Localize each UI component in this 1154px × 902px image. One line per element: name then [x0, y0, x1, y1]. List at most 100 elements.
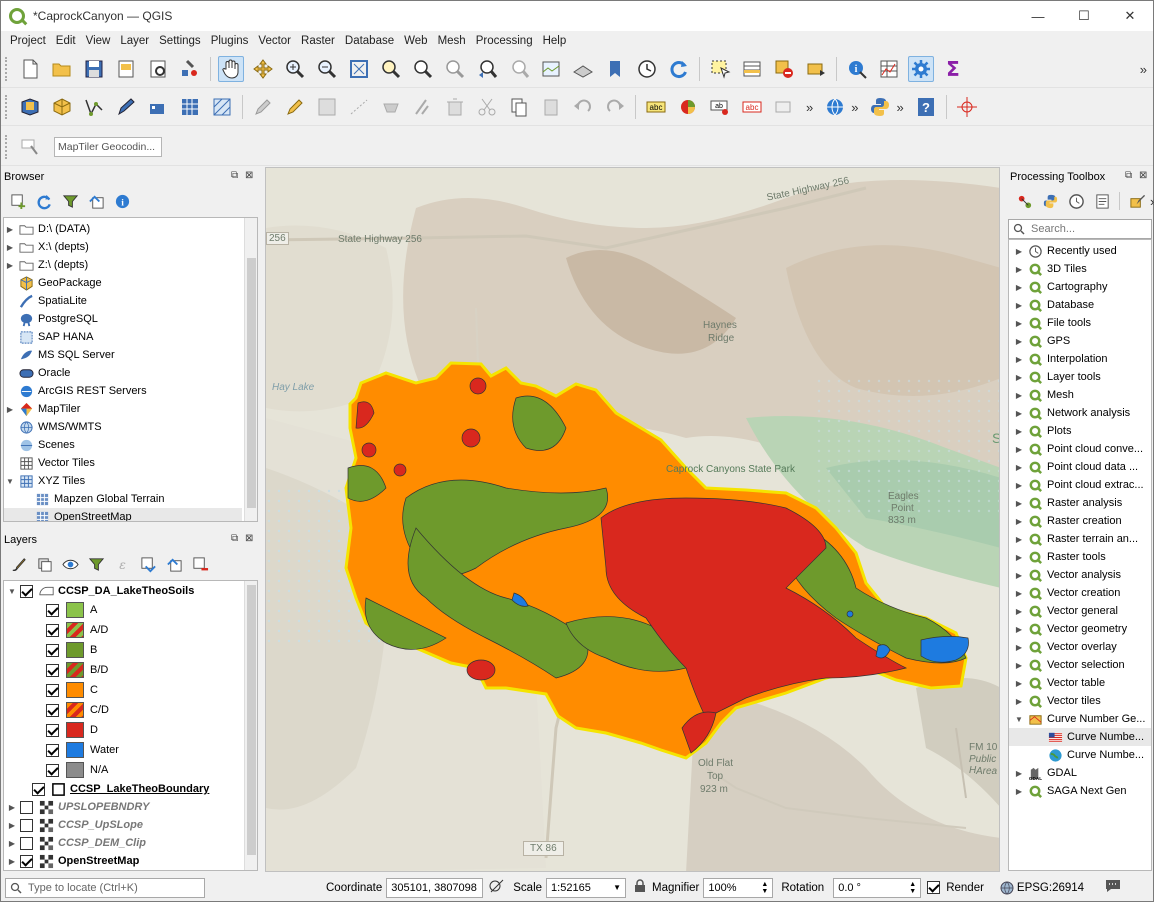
maptiler-geocoding-input[interactable]: MapTiler Geocodin... — [54, 136, 162, 157]
render-checkbox[interactable] — [927, 881, 941, 894]
chevron-right-icon[interactable]: ▶ — [1013, 643, 1025, 652]
deselect-features-button[interactable] — [771, 56, 797, 82]
menu-layer[interactable]: Layer — [115, 35, 154, 47]
refresh-button[interactable] — [666, 56, 692, 82]
browser-item[interactable]: ▶ D:\ (DATA) — [4, 220, 242, 238]
layout-manager-button[interactable] — [145, 56, 171, 82]
browser-collapse-button[interactable] — [86, 191, 106, 211]
processing-toolbox-button[interactable] — [908, 56, 934, 82]
menu-raster[interactable]: Raster — [296, 35, 340, 47]
help-button[interactable]: ? — [913, 94, 939, 120]
undo-button[interactable] — [570, 94, 596, 120]
layer-styling-button[interactable] — [8, 554, 28, 574]
chevron-right-icon[interactable]: ▶ — [1013, 589, 1025, 598]
close-button[interactable]: ✕ — [1107, 1, 1153, 31]
browser-refresh-button[interactable] — [34, 191, 54, 211]
crosshair-button[interactable] — [954, 94, 980, 120]
toolbox-item[interactable]: ▶ Vector tiles — [1009, 692, 1151, 710]
extents-toggle-icon[interactable] — [489, 878, 505, 897]
add-raster-layer-button[interactable] — [177, 94, 203, 120]
toolbox-item[interactable]: ▶ Raster terrain an... — [1009, 530, 1151, 548]
python-console-button[interactable] — [867, 94, 893, 120]
style-manager-button[interactable] — [177, 56, 203, 82]
toolbox-item[interactable]: ▶ SAGA Next Gen — [1009, 782, 1151, 800]
chevron-right-icon[interactable]: ▶ — [4, 261, 16, 270]
chevron-right-icon[interactable]: ▶ — [1013, 445, 1025, 454]
layer-visibility-checkbox[interactable] — [32, 782, 45, 796]
zoom-in-button[interactable] — [282, 56, 308, 82]
toolbox-item[interactable]: ▶ Recently used — [1009, 242, 1151, 260]
chevron-right-icon[interactable]: ▶ — [1013, 247, 1025, 256]
legend-class-item[interactable]: D — [4, 720, 257, 740]
toolbox-overflow-button[interactable]: » — [1150, 194, 1154, 209]
layer-visibility-checkbox[interactable] — [46, 743, 59, 757]
identify-features-button[interactable]: i — [844, 56, 870, 82]
toolbox-item[interactable]: ▶ Point cloud extrac... — [1009, 476, 1151, 494]
browser-item[interactable]: ArcGIS REST Servers — [4, 382, 242, 400]
toolbox-float-button[interactable]: ⧉ — [1125, 170, 1132, 181]
manage-visibility-button[interactable] — [60, 554, 80, 574]
chevron-right-icon[interactable]: ▶ — [1013, 679, 1025, 688]
chevron-right-icon[interactable]: ▶ — [6, 821, 18, 830]
scale-combobox[interactable]: 1:52165 ▼ — [546, 877, 627, 898]
locator-input[interactable]: Type to locate (Ctrl+K) — [5, 877, 205, 898]
new-map-view-button[interactable] — [538, 56, 564, 82]
crs-button[interactable]: EPSG:26914 — [1000, 881, 1084, 895]
select-by-value-button[interactable] — [739, 56, 765, 82]
chevron-right-icon[interactable]: ▶ — [1013, 337, 1025, 346]
browser-add-button[interactable] — [8, 191, 28, 211]
chevron-right-icon[interactable]: ▶ — [4, 225, 16, 234]
labeling-button[interactable]: abc — [643, 94, 669, 120]
globe-tool-button[interactable] — [822, 94, 848, 120]
cut-features-button[interactable] — [474, 94, 500, 120]
layer-visibility-checkbox[interactable] — [20, 854, 33, 868]
layer-visibility-checkbox[interactable] — [46, 603, 59, 617]
chevron-right-icon[interactable]: ▶ — [6, 839, 18, 848]
menu-mesh[interactable]: Mesh — [433, 35, 471, 47]
data-source-manager-button[interactable] — [17, 94, 43, 120]
digitize-pen-button[interactable] — [113, 94, 139, 120]
menu-plugins[interactable]: Plugins — [206, 35, 254, 47]
chevron-right-icon[interactable]: ▶ — [6, 803, 18, 812]
browser-item[interactable]: MS SQL Server — [4, 346, 242, 364]
legend-class-item[interactable]: A/D — [4, 620, 257, 640]
layer-item[interactable]: CCSP_LakeTheoBoundary — [4, 780, 257, 798]
toolbox-item[interactable]: ▶ Vector table — [1009, 674, 1151, 692]
chevron-down-icon[interactable]: ▼ — [1013, 715, 1025, 724]
menu-database[interactable]: Database — [340, 35, 399, 47]
chevron-right-icon[interactable]: ▶ — [1013, 409, 1025, 418]
layer-item[interactable]: ▶ CCSP_UpSLope — [4, 816, 257, 834]
current-edits-button[interactable] — [282, 94, 308, 120]
toolbar-overflow-button[interactable]: » — [1140, 62, 1147, 77]
filter-expression-button[interactable]: ε — [112, 554, 132, 574]
chevron-right-icon[interactable]: ▶ — [1013, 463, 1025, 472]
chevron-right-icon[interactable]: ▶ — [1013, 319, 1025, 328]
messages-button[interactable] — [1104, 878, 1122, 897]
new-3d-view-button[interactable] — [570, 56, 596, 82]
save-edits-button[interactable] — [314, 94, 340, 120]
layers-float-button[interactable]: ⧉ — [231, 533, 238, 544]
layer-item[interactable]: ▶ CCSP_DEM_Clip — [4, 834, 257, 852]
toolbar-grip[interactable] — [5, 57, 8, 81]
toolbox-item[interactable]: ▶ Vector overlay — [1009, 638, 1151, 656]
chevron-right-icon[interactable]: ▶ — [1013, 553, 1025, 562]
toolbox-item[interactable]: ▶ Vector selection — [1009, 656, 1151, 674]
browser-item[interactable]: Mapzen Global Terrain — [4, 490, 242, 508]
chevron-right-icon[interactable]: ▶ — [6, 857, 18, 866]
new-project-button[interactable] — [17, 56, 43, 82]
browser-item[interactable]: SAP HANA — [4, 328, 242, 346]
toolbox-item[interactable]: ▶ Network analysis — [1009, 404, 1151, 422]
scripts-button[interactable] — [1040, 191, 1060, 211]
models-button[interactable] — [1014, 191, 1034, 211]
maximize-button[interactable]: ☐ — [1061, 1, 1107, 31]
select-location-button[interactable] — [803, 56, 829, 82]
zoom-next-button[interactable] — [506, 56, 532, 82]
toolbox-item[interactable]: ▶ Plots — [1009, 422, 1151, 440]
layer-visibility-checkbox[interactable] — [46, 703, 59, 717]
toolbox-search-input[interactable]: Search... — [1008, 219, 1152, 239]
legend-class-item[interactable]: B/D — [4, 660, 257, 680]
browser-item[interactable]: SpatiaLite — [4, 292, 242, 310]
new-print-layout-button[interactable] — [113, 56, 139, 82]
zoom-out-button[interactable] — [314, 56, 340, 82]
menu-help[interactable]: Help — [538, 35, 572, 47]
